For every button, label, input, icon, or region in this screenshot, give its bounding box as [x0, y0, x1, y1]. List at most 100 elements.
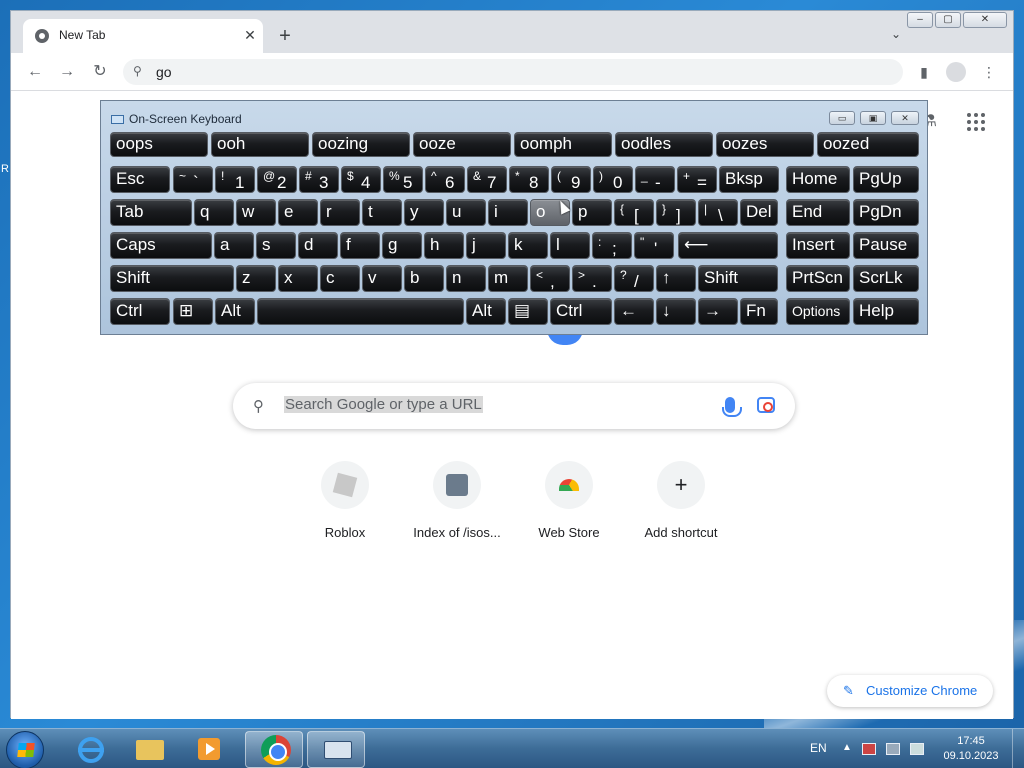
osk-key[interactable]: PgUp	[853, 166, 919, 193]
osk-key[interactable]: i	[488, 199, 528, 226]
osk-key[interactable]: _ -	[635, 166, 675, 193]
osk-key[interactable]: Shift	[698, 265, 778, 292]
omnibox-input[interactable]: go	[156, 64, 172, 80]
osk-key[interactable]: End	[786, 199, 850, 226]
shortcut-web-store[interactable]: Web Store	[513, 461, 625, 540]
osk-key[interactable]: Del	[740, 199, 778, 226]
osk-key[interactable]: * 8	[509, 166, 549, 193]
profile-avatar-icon[interactable]	[946, 62, 966, 82]
osk-key[interactable]: Tab	[110, 199, 192, 226]
osk-minimize-button[interactable]: ▭	[829, 111, 855, 125]
osk-key[interactable]: m	[488, 265, 528, 292]
osk-key[interactable]: Alt	[466, 298, 506, 325]
osk-space-key[interactable]	[257, 298, 464, 325]
osk-key[interactable]: ⊞	[173, 298, 213, 325]
osk-key[interactable]: →	[698, 298, 738, 325]
omnibox[interactable]: ⚲ go	[123, 59, 903, 85]
osk-key[interactable]: ⟵	[678, 232, 778, 259]
osk-key[interactable]: " '	[634, 232, 674, 259]
osk-key[interactable]: Ctrl	[110, 298, 170, 325]
shortcut-index-isos[interactable]: Index of /isos...	[401, 461, 513, 540]
show-desktop-button[interactable]	[1012, 729, 1024, 768]
osk-key[interactable]: <,	[530, 265, 570, 292]
osk-key[interactable]: u	[446, 199, 486, 226]
osk-key[interactable]: Esc	[110, 166, 170, 193]
taskbar-internet-explorer[interactable]	[60, 731, 118, 768]
osk-key[interactable]: $4	[341, 166, 381, 193]
osk-key[interactable]: ? /	[614, 265, 654, 292]
volume-muted-icon[interactable]	[910, 743, 924, 755]
clock[interactable]: 17:45 09.10.2023	[936, 734, 1006, 764]
osk-key[interactable]: q	[194, 199, 234, 226]
osk-prediction-key[interactable]: oomph	[514, 132, 612, 157]
osk-key[interactable]: ←	[614, 298, 654, 325]
osk-key[interactable]: z	[236, 265, 276, 292]
osk-key[interactable]: x	[278, 265, 318, 292]
osk-key[interactable]: l	[550, 232, 590, 259]
osk-key[interactable]: h	[424, 232, 464, 259]
osk-prediction-key[interactable]: oodles	[615, 132, 713, 157]
tab-search-icon[interactable]: ⌄	[891, 27, 901, 41]
shortcut-add[interactable]: + Add shortcut	[625, 461, 737, 540]
taskbar-explorer[interactable]	[120, 731, 178, 768]
taskbar-chrome[interactable]	[245, 731, 303, 768]
show-hidden-icons-button[interactable]: ▲	[842, 742, 852, 753]
osk-key[interactable]: PrtScn	[786, 265, 850, 292]
osk-key[interactable]: Pause	[853, 232, 919, 259]
osk-prediction-key[interactable]: oops	[110, 132, 208, 157]
osk-key[interactable]: Bksp	[719, 166, 779, 193]
tab-new-tab[interactable]: New Tab ✕	[23, 19, 263, 53]
shortcut-roblox[interactable]: Roblox	[289, 461, 401, 540]
reload-button[interactable]: ↻	[90, 62, 110, 82]
osk-key[interactable]: k	[508, 232, 548, 259]
osk-key[interactable]: d	[298, 232, 338, 259]
ntp-search-box[interactable]: ⚲ Search Google or type a URL	[233, 383, 795, 429]
osk-key[interactable]: ▤	[508, 298, 548, 325]
back-button[interactable]: ←	[25, 62, 45, 82]
osk-key[interactable]: Shift	[110, 265, 234, 292]
language-indicator[interactable]: EN	[810, 741, 827, 755]
osk-key[interactable]: % 5	[383, 166, 423, 193]
osk-key[interactable]: p	[572, 199, 612, 226]
side-panel-icon[interactable]: ▮	[914, 62, 934, 82]
osk-prediction-key[interactable]: oozing	[312, 132, 410, 157]
osk-key[interactable]: r	[320, 199, 360, 226]
osk-key[interactable]: ScrLk	[853, 265, 919, 292]
osk-key[interactable]: PgDn	[853, 199, 919, 226]
osk-key[interactable]: ! 1	[215, 166, 255, 193]
osk-key[interactable]: Help	[853, 298, 919, 325]
osk-title-bar[interactable]: On-Screen Keyboard	[111, 112, 242, 126]
taskbar-osk[interactable]	[307, 731, 365, 768]
osk-key[interactable]: n	[446, 265, 486, 292]
maximize-button[interactable]: ▢	[935, 12, 961, 28]
osk-prediction-key[interactable]: oozed	[817, 132, 919, 157]
osk-key[interactable]: Home	[786, 166, 850, 193]
osk-key[interactable]: Caps	[110, 232, 212, 259]
tab-close-icon[interactable]: ✕	[241, 26, 259, 44]
search-input[interactable]: Search Google or type a URL	[284, 396, 483, 413]
osk-key[interactable]: Ctrl	[550, 298, 612, 325]
osk-key[interactable]: v	[362, 265, 402, 292]
forward-button[interactable]: →	[57, 62, 77, 82]
osk-key[interactable]: #3	[299, 166, 339, 193]
osk-key[interactable]: a	[214, 232, 254, 259]
action-center-icon[interactable]	[862, 743, 876, 755]
google-apps-icon[interactable]	[967, 113, 985, 131]
osk-key[interactable]: }]	[656, 199, 696, 226]
osk-key[interactable]: ~ `	[173, 166, 213, 193]
osk-key[interactable]: t	[362, 199, 402, 226]
google-lens-icon[interactable]	[757, 397, 775, 413]
osk-key[interactable]: ^ 6	[425, 166, 465, 193]
osk-key[interactable]: {[	[614, 199, 654, 226]
osk-key[interactable]: ) 0	[593, 166, 633, 193]
osk-key[interactable]: | \	[698, 199, 738, 226]
osk-key[interactable]: e	[278, 199, 318, 226]
osk-key[interactable]: g	[382, 232, 422, 259]
osk-key[interactable]: ↑	[656, 265, 696, 292]
osk-key[interactable]: Options	[786, 298, 850, 325]
osk-key[interactable]: w	[236, 199, 276, 226]
menu-icon[interactable]: ⋮	[979, 62, 999, 82]
osk-key[interactable]: + =	[677, 166, 717, 193]
osk-key[interactable]: ↓	[656, 298, 696, 325]
network-icon[interactable]	[886, 743, 900, 755]
